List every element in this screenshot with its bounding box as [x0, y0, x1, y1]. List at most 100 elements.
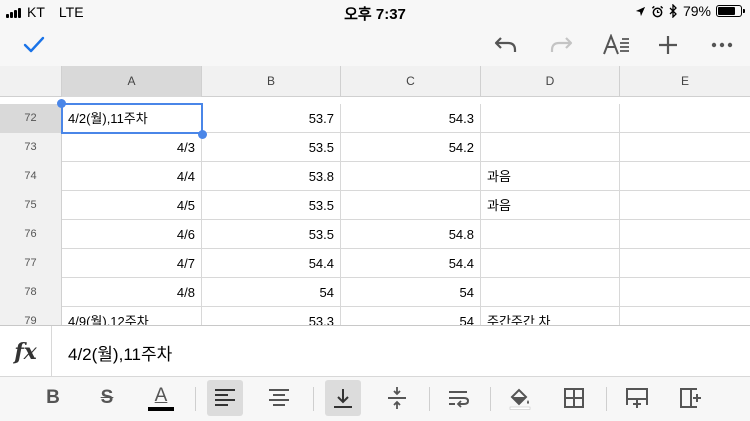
strikethrough-icon: S	[100, 387, 114, 408]
cell-e77[interactable]	[620, 249, 750, 278]
cell-e75[interactable]	[620, 191, 750, 220]
redo-icon	[550, 37, 573, 52]
column-header-c[interactable]: C	[341, 66, 481, 97]
cell-a76[interactable]: 4/6	[62, 220, 202, 249]
row-header[interactable]: 76	[0, 220, 62, 249]
table-row: 76 4/6 53.5 54.8	[0, 220, 750, 249]
align-left-button[interactable]	[207, 380, 243, 416]
text-format-button[interactable]	[600, 30, 632, 60]
cell-b77[interactable]: 54.4	[202, 249, 341, 278]
cell-c75[interactable]	[341, 191, 481, 220]
fx-icon: fx	[0, 326, 52, 377]
plus-icon	[659, 36, 677, 54]
insert-row-icon	[626, 388, 648, 408]
cell-e76[interactable]	[620, 220, 750, 249]
cell-d73[interactable]	[481, 133, 620, 162]
cell-c76[interactable]: 54.8	[341, 220, 481, 249]
cell-e72[interactable]	[620, 104, 750, 133]
undo-button[interactable]	[490, 30, 522, 60]
borders-icon	[564, 388, 584, 408]
cell-b74[interactable]: 53.8	[202, 162, 341, 191]
undo-icon	[494, 37, 517, 52]
cell-d72[interactable]	[481, 104, 620, 133]
table-row: 74 4/4 53.8 과음	[0, 162, 750, 191]
text-color-button[interactable]: A	[143, 380, 179, 416]
cell-b79[interactable]: 53.3	[202, 307, 341, 325]
cell-b75[interactable]: 53.5	[202, 191, 341, 220]
more-icon	[711, 42, 733, 48]
cell-b73[interactable]: 53.5	[202, 133, 341, 162]
status-bar: KT LTE 오후 7:37 79%	[0, 0, 750, 24]
wrap-text-button[interactable]	[441, 380, 477, 416]
row-header[interactable]: 77	[0, 249, 62, 278]
insert-button[interactable]	[652, 30, 684, 60]
align-center-icon	[269, 389, 289, 406]
row-header[interactable]: 75	[0, 191, 62, 220]
toolbar-divider	[606, 387, 607, 411]
cell-d79[interactable]: 주간주간 차	[481, 307, 620, 325]
valign-bottom-button[interactable]	[325, 380, 361, 416]
cell-a74[interactable]: 4/4	[62, 162, 202, 191]
cell-d74[interactable]: 과음	[481, 162, 620, 191]
insert-row-button[interactable]	[619, 380, 655, 416]
row-header[interactable]: 79	[0, 307, 62, 325]
selection-handle-bottom[interactable]	[198, 130, 207, 139]
formula-input[interactable]: 4/2(월),11주차	[68, 340, 172, 365]
cell-e78[interactable]	[620, 278, 750, 307]
row-header[interactable]: 73	[0, 133, 62, 162]
fill-color-icon	[509, 388, 531, 410]
cell-d75[interactable]: 과음	[481, 191, 620, 220]
insert-column-button[interactable]	[673, 380, 709, 416]
select-all-corner[interactable]	[0, 66, 62, 97]
cell-b78[interactable]: 54	[202, 278, 341, 307]
location-icon	[635, 6, 646, 16]
redo-button[interactable]	[545, 30, 577, 60]
cell-c74[interactable]	[341, 162, 481, 191]
cell-d76[interactable]	[481, 220, 620, 249]
text-color-letter: A	[154, 384, 168, 406]
strikethrough-button[interactable]: S	[89, 380, 125, 416]
cell-a75[interactable]: 4/5	[62, 191, 202, 220]
cell-d77[interactable]	[481, 249, 620, 278]
format-toolbar: B S A	[0, 377, 750, 421]
table-row: 79 4/9(월),12주차 53.3 54 주간주간 차	[0, 307, 750, 325]
cell-c77[interactable]: 54.4	[341, 249, 481, 278]
top-toolbar	[0, 24, 750, 66]
valign-middle-icon	[388, 387, 406, 409]
cell-a78[interactable]: 4/8	[62, 278, 202, 307]
text-color-icon: A	[148, 384, 174, 411]
bold-button[interactable]: B	[35, 380, 71, 416]
cell-c72[interactable]: 54.3	[341, 104, 481, 133]
column-header-d[interactable]: D	[481, 66, 620, 97]
table-row: 78 4/8 54 54	[0, 278, 750, 307]
cell-b72[interactable]: 53.7	[202, 104, 341, 133]
cell-a73[interactable]: 4/3	[62, 133, 202, 162]
cell-d78[interactable]	[481, 278, 620, 307]
column-header-b[interactable]: B	[202, 66, 341, 97]
more-button[interactable]	[706, 30, 738, 60]
valign-middle-button[interactable]	[379, 380, 415, 416]
cell-c79[interactable]: 54	[341, 307, 481, 325]
status-right: 79%	[635, 3, 745, 19]
selection-handle-top[interactable]	[57, 99, 66, 108]
column-header-a[interactable]: A	[62, 66, 202, 97]
row-header[interactable]: 78	[0, 278, 62, 307]
row-header[interactable]: 72	[0, 104, 62, 133]
align-center-button[interactable]	[261, 380, 297, 416]
cell-a72[interactable]: 4/2(월),11주차	[62, 104, 202, 133]
borders-button[interactable]	[556, 380, 592, 416]
cell-e79[interactable]	[620, 307, 750, 325]
cell-a79[interactable]: 4/9(월),12주차	[62, 307, 202, 325]
formula-bar: fx 4/2(월),11주차	[0, 325, 750, 377]
fill-color-button[interactable]	[502, 380, 538, 416]
cell-c78[interactable]: 54	[341, 278, 481, 307]
cell-b76[interactable]: 53.5	[202, 220, 341, 249]
cell-e74[interactable]	[620, 162, 750, 191]
spreadsheet-grid[interactable]: A B C D E 72 4/2(월),11주차 53.7 54.3 73 4/3 53.5…	[0, 66, 750, 325]
column-header-e[interactable]: E	[620, 66, 750, 97]
done-button[interactable]	[18, 30, 50, 60]
cell-c73[interactable]: 54.2	[341, 133, 481, 162]
cell-e73[interactable]	[620, 133, 750, 162]
row-header[interactable]: 74	[0, 162, 62, 191]
cell-a77[interactable]: 4/7	[62, 249, 202, 278]
